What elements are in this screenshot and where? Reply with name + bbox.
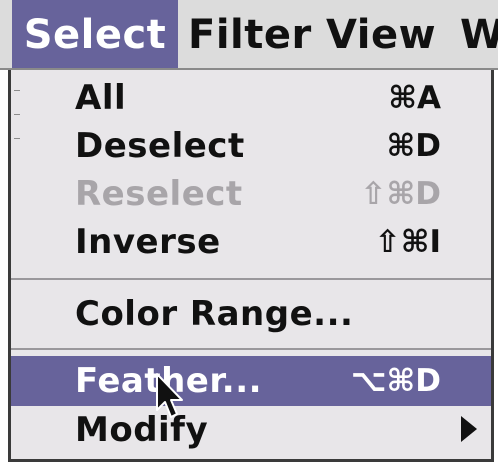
menu-bar: Select Filter View W (0, 0, 498, 70)
menu-item-label: Deselect (75, 126, 245, 166)
menu-item-shortcut: ⇧⌘I (374, 224, 441, 260)
menu-item-deselect[interactable]: Deselect ⌘D (11, 122, 491, 170)
menu-window-partial[interactable]: W (460, 0, 498, 68)
menu-select[interactable]: Select (12, 0, 178, 68)
menu-item-label: All (75, 78, 127, 118)
menu-view[interactable]: View (326, 0, 436, 68)
menu-item-all[interactable]: All ⌘A (11, 74, 491, 122)
menu-item-reselect: Reselect ⇧⌘D (11, 170, 491, 218)
menu-item-shortcut: ⌘D (386, 128, 442, 164)
menu-item-inverse[interactable]: Inverse ⇧⌘I (11, 218, 491, 266)
menu-filter[interactable]: Filter (188, 0, 312, 68)
menu-item-feather[interactable]: Feather... ⌥⌘D (11, 356, 491, 406)
menu-item-label: Reselect (75, 174, 243, 214)
menu-item-shortcut: ⌥⌘D (350, 363, 441, 399)
select-menu-dropdown: All ⌘A Deselect ⌘D Reselect ⇧⌘D Inverse … (8, 70, 494, 462)
menu-item-shortcut: ⇧⌘D (360, 176, 441, 212)
menu-item-label: Feather... (75, 361, 263, 401)
menu-item-label: Color Range... (75, 294, 354, 334)
menu-separator (11, 278, 491, 280)
menu-separator (11, 348, 491, 350)
menu-item-label: Inverse (75, 222, 221, 262)
menu-item-shortcut: ⌘A (388, 80, 441, 116)
menu-item-modify[interactable]: Modify (11, 406, 491, 454)
menu-item-label: Modify (75, 410, 209, 450)
menu-item-color-range[interactable]: Color Range... (11, 288, 491, 340)
triangle-right-icon (461, 416, 477, 442)
